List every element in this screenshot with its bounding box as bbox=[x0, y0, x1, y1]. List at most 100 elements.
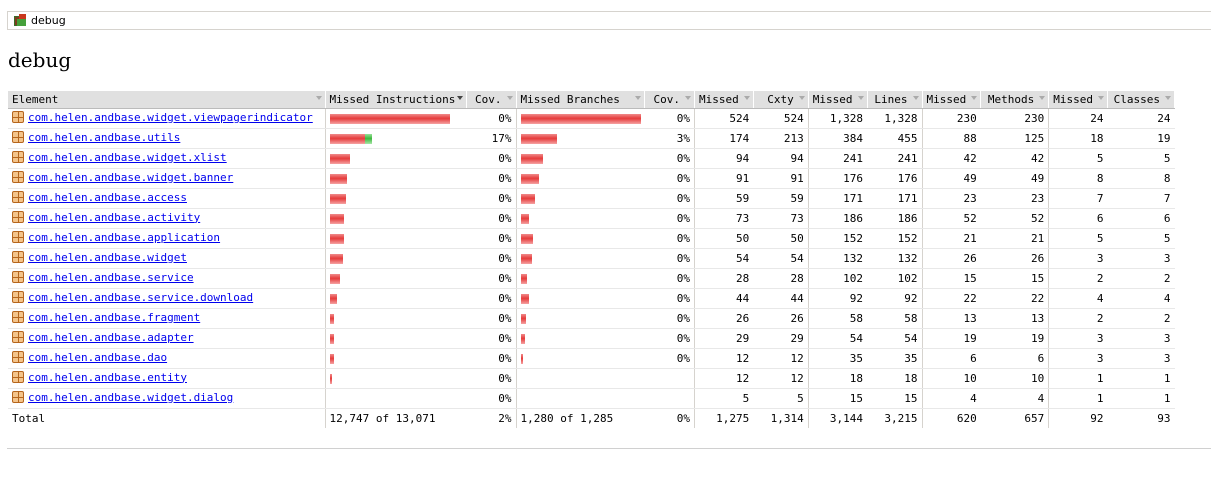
package-link[interactable]: com.helen.andbase.fragment bbox=[12, 311, 200, 324]
instructions-bar bbox=[329, 293, 463, 304]
package-name[interactable]: com.helen.andbase.service bbox=[28, 271, 194, 284]
package-name[interactable]: com.helen.andbase.dao bbox=[28, 351, 167, 364]
package-link[interactable]: com.helen.andbase.widget.dialog bbox=[12, 391, 233, 404]
package-name[interactable]: com.helen.andbase.widget.xlist bbox=[28, 151, 227, 164]
cxty-missed: 29 bbox=[694, 328, 754, 349]
header-label: Cov. bbox=[653, 93, 681, 106]
header-methods-missed[interactable]: Missed bbox=[921, 91, 982, 109]
package-link[interactable]: com.helen.andbase.widget.banner bbox=[12, 171, 233, 184]
total-row: Total 12,747 of 13,071 2% 1,280 of 1,285… bbox=[8, 408, 1175, 428]
cxty: 26 bbox=[753, 308, 809, 329]
instructions-cov: 17% bbox=[466, 128, 516, 149]
lines-missed: 152 bbox=[807, 228, 867, 249]
classes-missed: 8 bbox=[1048, 168, 1108, 189]
package-link[interactable]: com.helen.andbase.widget bbox=[12, 251, 187, 264]
total-label: Total bbox=[8, 408, 325, 428]
header-lines[interactable]: Lines bbox=[867, 91, 923, 109]
header-classes-missed[interactable]: Missed bbox=[1048, 91, 1108, 109]
instructions-bar bbox=[329, 233, 463, 244]
package-link[interactable]: com.helen.andbase.widget.xlist bbox=[12, 151, 227, 164]
instructions-cov: 0% bbox=[466, 188, 516, 209]
page-title: debug bbox=[8, 48, 72, 72]
header-classes[interactable]: Classes bbox=[1107, 91, 1175, 109]
package-link[interactable]: com.helen.andbase.dao bbox=[12, 351, 167, 364]
branches-bar bbox=[520, 353, 641, 364]
missed-bar-segment bbox=[329, 173, 347, 184]
missed-bar-segment bbox=[329, 253, 343, 264]
lines: 35 bbox=[867, 348, 922, 369]
lines: 186 bbox=[867, 208, 922, 229]
missed-bar-segment bbox=[520, 153, 543, 164]
instructions-bar bbox=[329, 113, 463, 124]
sort-descending-icon bbox=[456, 96, 463, 100]
lines-missed: 54 bbox=[807, 328, 867, 349]
header-cxty[interactable]: Cxty bbox=[753, 91, 809, 109]
package-name[interactable]: com.helen.andbase.service.download bbox=[28, 291, 253, 304]
header-missed-branches[interactable]: Missed Branches bbox=[515, 91, 645, 109]
package-link[interactable]: com.helen.andbase.activity bbox=[12, 211, 200, 224]
package-link[interactable]: com.helen.andbase.service bbox=[12, 271, 194, 284]
instructions-bar-cell bbox=[324, 148, 466, 169]
element-cell: com.helen.andbase.widget.viewpagerindica… bbox=[8, 108, 325, 129]
methods: 15 bbox=[980, 268, 1049, 289]
package-link[interactable]: com.helen.andbase.entity bbox=[12, 371, 187, 384]
package-link[interactable]: com.helen.andbase.service.download bbox=[12, 291, 253, 304]
total-classes-missed: 92 bbox=[1048, 408, 1108, 428]
header-cxty-missed[interactable]: Missed bbox=[694, 91, 754, 109]
missed-bar-segment bbox=[520, 193, 535, 204]
sort-icon bbox=[798, 96, 805, 100]
missed-bar-segment bbox=[520, 293, 529, 304]
package-link[interactable]: com.helen.andbase.widget.viewpagerindica… bbox=[12, 111, 313, 124]
package-link[interactable]: com.helen.andbase.application bbox=[12, 231, 220, 244]
package-name[interactable]: com.helen.andbase.adapter bbox=[28, 331, 194, 344]
classes-missed: 18 bbox=[1048, 128, 1108, 149]
header-element[interactable]: Element bbox=[8, 91, 326, 109]
instructions-bar-cell bbox=[324, 108, 466, 129]
header-methods[interactable]: Methods bbox=[980, 91, 1050, 109]
coverage-table: Element Missed Instructions Cov. Missed Bra… bbox=[8, 91, 1175, 428]
package-link[interactable]: com.helen.andbase.access bbox=[12, 191, 187, 204]
classes: 4 bbox=[1107, 288, 1175, 309]
package-name[interactable]: com.helen.andbase.widget.dialog bbox=[28, 391, 233, 404]
branches-cov: 0% bbox=[644, 228, 695, 249]
header-instructions-cov[interactable]: Cov. bbox=[466, 91, 517, 109]
package-link[interactable]: com.helen.andbase.utils bbox=[12, 131, 180, 144]
cxty-missed: 26 bbox=[694, 308, 754, 329]
instructions-bar bbox=[329, 333, 463, 344]
total-instructions: 12,747 of 13,071 bbox=[324, 408, 466, 428]
instructions-bar-cell bbox=[324, 248, 466, 269]
total-branches-cov: 0% bbox=[644, 408, 695, 428]
total-classes: 93 bbox=[1107, 408, 1175, 428]
package-link[interactable]: com.helen.andbase.adapter bbox=[12, 331, 194, 344]
package-icon bbox=[12, 331, 24, 344]
methods-missed: 6 bbox=[921, 348, 981, 369]
package-name[interactable]: com.helen.andbase.fragment bbox=[28, 311, 200, 324]
package-name[interactable]: com.helen.andbase.utils bbox=[28, 131, 180, 144]
instructions-bar-cell bbox=[324, 288, 466, 309]
classes-missed: 4 bbox=[1048, 288, 1108, 309]
package-name[interactable]: com.helen.andbase.widget.banner bbox=[28, 171, 233, 184]
package-name[interactable]: com.helen.andbase.widget.viewpagerindica… bbox=[28, 111, 313, 124]
missed-bar-segment bbox=[520, 313, 526, 324]
package-name[interactable]: com.helen.andbase.widget bbox=[28, 251, 187, 264]
package-icon bbox=[12, 391, 24, 404]
methods: 125 bbox=[980, 128, 1049, 149]
branches-cov: 0% bbox=[644, 188, 695, 209]
header-lines-missed[interactable]: Missed bbox=[807, 91, 868, 109]
methods-missed: 19 bbox=[921, 328, 981, 349]
branches-cov: 0% bbox=[644, 208, 695, 229]
instructions-bar bbox=[329, 173, 463, 184]
lines-missed: 384 bbox=[807, 128, 867, 149]
header-branches-cov[interactable]: Cov. bbox=[644, 91, 695, 109]
package-icon bbox=[12, 291, 24, 304]
package-name[interactable]: com.helen.andbase.activity bbox=[28, 211, 200, 224]
package-name[interactable]: com.helen.andbase.application bbox=[28, 231, 220, 244]
header-missed-instructions[interactable]: Missed Instructions bbox=[324, 91, 467, 109]
branches-bar bbox=[521, 373, 641, 384]
package-name[interactable]: com.helen.andbase.access bbox=[28, 191, 187, 204]
classes-missed: 3 bbox=[1048, 248, 1108, 269]
methods-missed: 88 bbox=[921, 128, 981, 149]
methods: 21 bbox=[980, 228, 1049, 249]
missed-bar-segment bbox=[329, 313, 334, 324]
package-name[interactable]: com.helen.andbase.entity bbox=[28, 371, 187, 384]
